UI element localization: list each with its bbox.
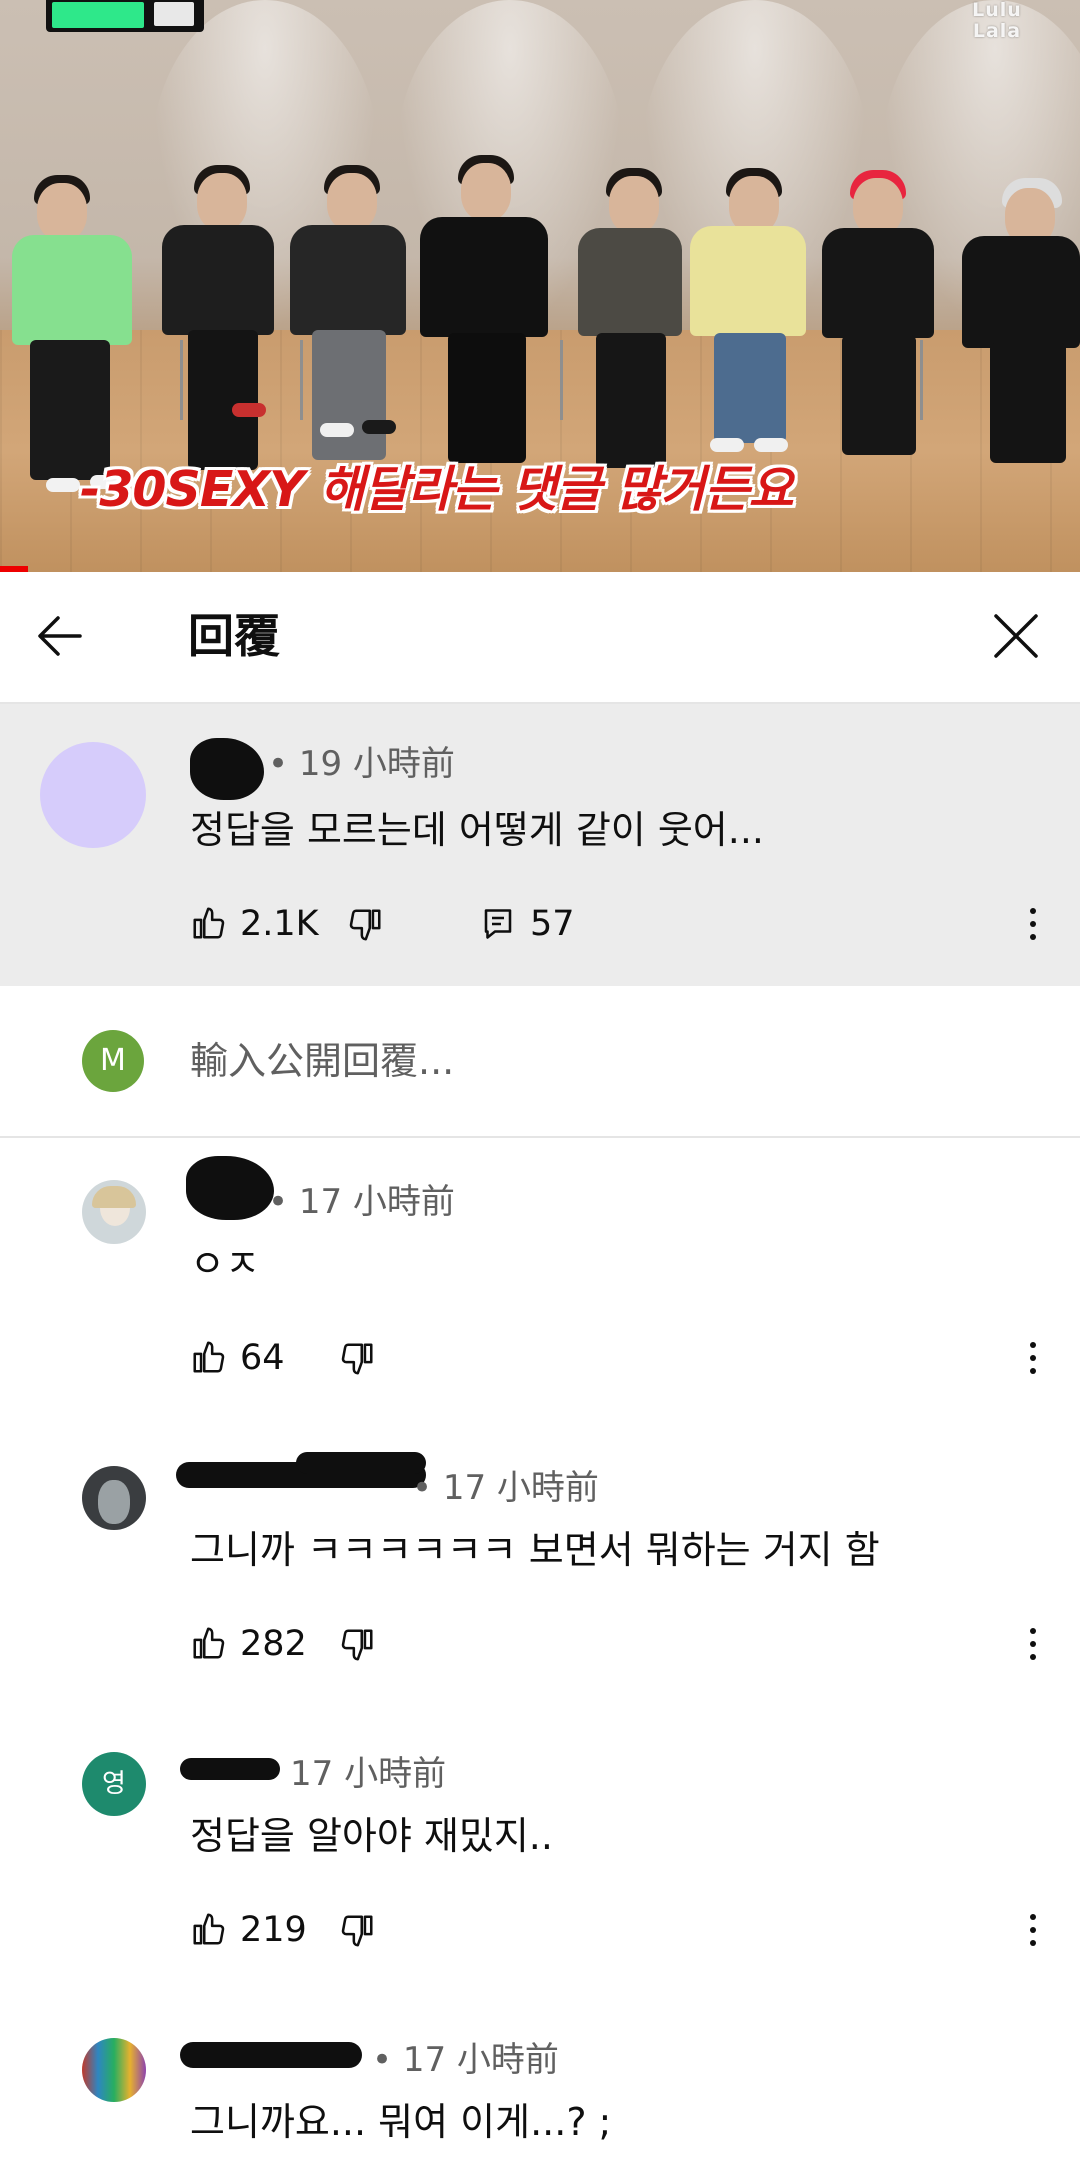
- avatar[interactable]: [82, 1180, 146, 1244]
- comment-timestamp: • 17 小時前: [372, 2040, 559, 2080]
- redacted-username: [180, 1758, 280, 1780]
- more-vert-icon[interactable]: [1018, 1338, 1048, 1382]
- reply-comment-icon[interactable]: [480, 906, 516, 946]
- thumbs-up-icon[interactable]: [190, 1624, 228, 1666]
- back-arrow-icon[interactable]: [28, 604, 92, 668]
- chair-leg: [300, 340, 303, 420]
- reply-comment: 영 17 小時前 정답을 알아야 재밌지.. 219: [0, 1710, 1080, 1996]
- replies-header: 回覆: [0, 572, 1080, 704]
- more-vert-icon[interactable]: [1018, 1624, 1048, 1668]
- comment-text: 정답을 알아야 재밌지..: [190, 1814, 553, 1858]
- avatar[interactable]: [82, 1466, 146, 1530]
- lulu-lala-watermark: Lulu Lala: [972, 0, 1022, 42]
- reply-comment: • 17 小時前 그니까 ㅋㅋㅋㅋㅋㅋ 보면서 뭐하는 거지 함 282: [0, 1424, 1080, 1710]
- like-count: 219: [240, 1910, 307, 1950]
- user-avatar: M: [82, 1030, 144, 1092]
- thumbs-up-icon[interactable]: [190, 1910, 228, 1952]
- parent-comment: • 19 小時前 정답을 모르는데 어떻게 같이 웃어... 2.1K 57: [0, 704, 1080, 986]
- reply-comment: • 17 小時前 그니까요... 뭐여 이게...? ;: [0, 1996, 1080, 2170]
- thumbs-down-icon[interactable]: [346, 906, 384, 948]
- like-count: 64: [240, 1338, 285, 1378]
- comment-text: 정답을 모르는데 어떻게 같이 웃어...: [190, 808, 764, 852]
- redacted-username-scribble: [296, 1452, 426, 1474]
- comment-timestamp: • 19 小時前: [268, 744, 455, 784]
- video-subtitle: -30SEXY 해달라는 댓글 많거든요: [80, 461, 794, 518]
- chair-leg: [560, 340, 563, 420]
- reply-count: 57: [530, 904, 575, 944]
- avatar[interactable]: [40, 742, 146, 848]
- floor-lines: [0, 330, 1080, 572]
- redacted-username: [190, 738, 264, 800]
- more-vert-icon[interactable]: [1018, 904, 1048, 948]
- chair-leg: [920, 340, 923, 420]
- reply-comment: • 17 小時前 ㅇㅈ 64: [0, 1138, 1080, 1424]
- reply-input[interactable]: 輸入公開回覆...: [190, 1036, 454, 1086]
- comment-timestamp: • 17 小時前: [268, 1182, 455, 1222]
- comment-text: 그니까요... 뭐여 이게...? ;: [190, 2100, 612, 2144]
- avatar[interactable]: [82, 2038, 146, 2102]
- thumbs-down-icon[interactable]: [338, 1912, 376, 1954]
- thumbs-up-icon[interactable]: [190, 1338, 228, 1380]
- like-count: 282: [240, 1624, 307, 1664]
- thumbs-down-icon[interactable]: [338, 1626, 376, 1668]
- comment-text: 그니까 ㅋㅋㅋㅋㅋㅋ 보면서 뭐하는 거지 함: [190, 1528, 880, 1572]
- redacted-username: [180, 2042, 362, 2068]
- comment-timestamp: 17 小時前: [290, 1754, 447, 1794]
- more-vert-icon[interactable]: [1018, 1910, 1048, 1954]
- video-player[interactable]: Lulu Lala -30SEXY 해달라는 댓글 많거든요: [0, 0, 1080, 572]
- comment-text: ㅇㅈ: [190, 1242, 260, 1286]
- redacted-username: [186, 1156, 274, 1220]
- thumbs-down-icon[interactable]: [338, 1340, 376, 1382]
- avatar[interactable]: 영: [82, 1752, 146, 1816]
- chair-leg: [180, 340, 183, 420]
- channel-logo: [46, 0, 204, 32]
- close-icon[interactable]: [984, 604, 1048, 668]
- like-count: 2.1K: [240, 904, 319, 944]
- reply-input-row[interactable]: M 輸入公開回覆...: [0, 986, 1080, 1138]
- page-title: 回覆: [188, 609, 280, 663]
- comment-timestamp: • 17 小時前: [412, 1468, 599, 1508]
- thumbs-up-icon[interactable]: [190, 904, 228, 946]
